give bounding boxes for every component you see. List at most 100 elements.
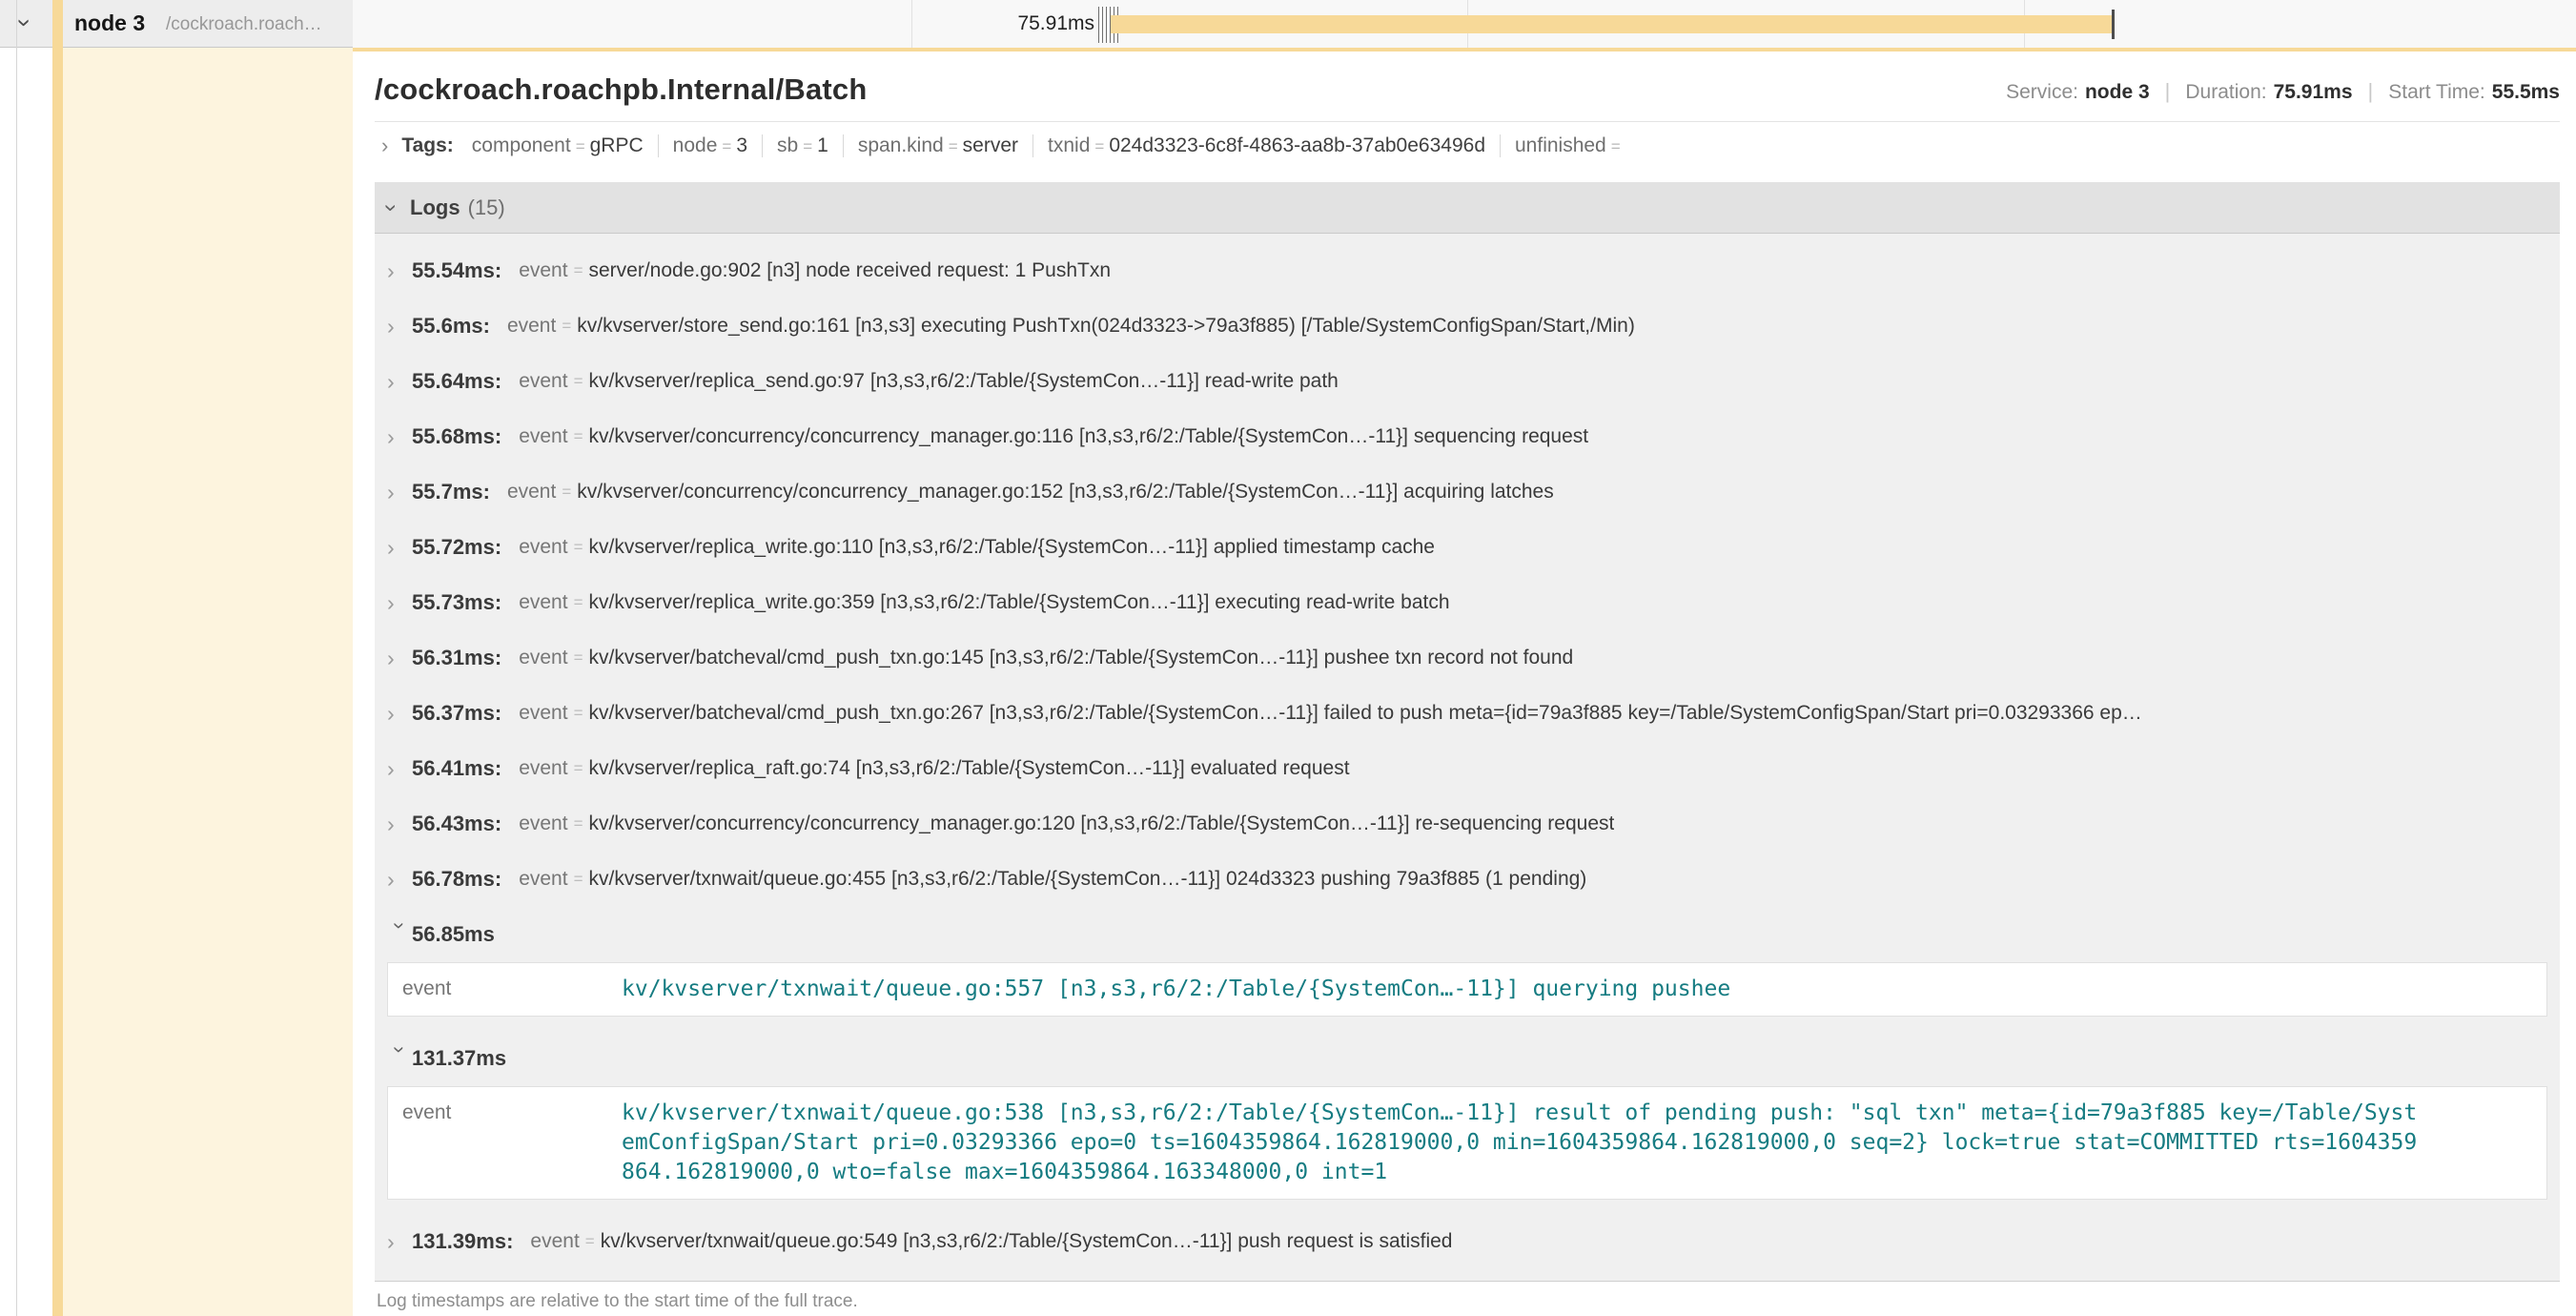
tag-key: sb [777,134,798,156]
log-field-value: kv/kvserver/concurrency/concurrency_mana… [589,425,1589,448]
logs-body: › 55.54ms: event = server/node.go:902 [n… [375,234,2560,1281]
stats-separator: | [2165,79,2171,104]
log-field-key: event [519,259,567,282]
chevron-right-icon[interactable]: › [387,812,412,837]
log-field-key: event [507,315,556,338]
span-detail-panel: /cockroach.roachpb.Internal/Batch Servic… [353,48,2576,1316]
selected-span-highlight [63,48,353,1316]
log-row-expanded-header[interactable]: › 131.37ms [387,1031,2547,1086]
log-timestamp: 56.37ms: [412,701,501,726]
tag-item[interactable]: unfinished= [1500,134,1640,157]
equals-sign: = [574,372,583,391]
log-row-expanded-header[interactable]: › 56.85ms [387,907,2547,962]
chevron-right-icon[interactable]: › [387,480,412,505]
log-field-key: event [519,757,567,780]
log-row[interactable]: › 55.7ms: event = kv/kvserver/concurrenc… [387,464,2547,520]
log-timestamp: 55.7ms: [412,480,490,504]
log-row[interactable]: › 55.68ms: event = kv/kvserver/concurren… [387,409,2547,464]
log-row[interactable]: › 56.78ms: event = kv/kvserver/txnwait/q… [387,852,2547,907]
span-duration-label: 75.91ms [925,12,1094,35]
tags-accordian[interactable]: › Tags: component=gRPC node=3 sb = 1 span.… [375,122,2560,170]
log-field-key: event [519,591,567,614]
log-field-key: event [519,425,567,448]
equals-sign: = [574,870,583,889]
tag-value: 1 [817,134,828,156]
log-field-value[interactable]: kv/kvserver/txnwait/queue.go:557 [n3,s3,… [622,975,1730,1004]
equals-sign: = [562,317,571,336]
chevron-right-icon[interactable]: › [387,424,412,450]
log-row[interactable]: › 56.41ms: event = kv/kvserver/replica_r… [387,741,2547,796]
log-timestamp: 55.54ms: [412,258,501,283]
tag-value: gRPC [590,134,644,156]
log-row[interactable]: › 56.31ms: event = kv/kvserver/batcheval… [387,630,2547,686]
chevron-right-icon[interactable]: › [387,369,412,395]
log-field-value: kv/kvserver/batcheval/cmd_push_txn.go:26… [589,702,2142,725]
duration-label: Duration: [2185,81,2266,104]
log-row[interactable]: › 55.54ms: event = server/node.go:902 [n… [387,243,2547,298]
log-field-key: event [519,536,567,559]
chevron-right-icon[interactable]: › [387,646,412,671]
tags-label: Tags: [401,134,453,157]
equals-sign: = [1611,137,1621,155]
log-row[interactable]: › 56.37ms: event = kv/kvserver/batcheval… [387,686,2547,741]
log-field-value: server/node.go:902 [n3] node received re… [589,259,1112,282]
start-time-label: Start Time: [2388,81,2485,104]
span-stats: Service: node 3 | Duration: 75.91ms | St… [2006,79,2560,107]
logs-accordian: › Logs (15) › 55.54ms: event = server/no… [375,182,2560,1282]
stats-separator: | [2368,79,2374,104]
tag-key: txnid [1048,134,1090,156]
log-row[interactable]: › 55.72ms: event = kv/kvserver/replica_w… [387,520,2547,575]
log-field-key: event [402,1099,622,1187]
chevron-down-icon[interactable]: › [14,19,35,28]
log-field-key: event [519,868,567,891]
tag-item[interactable]: span.kind=server [843,134,1032,157]
log-row[interactable]: › 56.43ms: event = kv/kvserver/concurren… [387,796,2547,852]
log-timestamp: 55.6ms: [412,314,490,339]
tag-item[interactable]: sb = 1 [762,134,843,157]
log-field-value: kv/kvserver/txnwait/queue.go:455 [n3,s3,… [589,868,1587,891]
chevron-down-icon[interactable]: › [382,204,399,212]
chevron-right-icon[interactable]: › [387,314,412,339]
equals-sign: = [574,427,583,446]
log-timestamp: 56.78ms: [412,867,501,892]
tag-key: span.kind [858,134,944,156]
row-indent-guide [16,0,17,1316]
log-field-value[interactable]: kv/kvserver/txnwait/queue.go:538 [n3,s3,… [622,1099,2419,1187]
equals-sign: = [574,648,583,668]
chevron-right-icon[interactable]: › [387,1229,412,1255]
chevron-right-icon[interactable]: › [387,756,412,782]
tag-item[interactable]: component=gRPC [458,134,658,157]
equals-sign: = [574,704,583,723]
log-field-key: event [402,975,622,1004]
chevron-right-icon[interactable]: › [387,258,412,284]
equals-sign: = [803,137,812,155]
log-field-value: kv/kvserver/replica_send.go:97 [n3,s3,r6… [589,370,1339,393]
log-row[interactable]: › 131.39ms: event = kv/kvserver/txnwait/… [387,1214,2547,1269]
log-timestamp: 56.41ms: [412,756,501,781]
logs-header[interactable]: › Logs (15) [375,182,2560,234]
chevron-right-icon[interactable]: › [387,867,412,893]
span-row[interactable]: › node 3 /cockroach.roach… 75.91ms [0,0,2576,48]
equals-sign: = [574,261,583,280]
chevron-right-icon[interactable]: › [387,535,412,561]
span-timeline-cell[interactable]: 75.91ms [353,0,2576,48]
chevron-right-icon[interactable]: › [387,701,412,727]
log-row[interactable]: › 55.64ms: event = kv/kvserver/replica_s… [387,354,2547,409]
log-row[interactable]: › 55.6ms: event = kv/kvserver/store_send… [387,298,2547,354]
log-field-key: event [519,702,567,725]
chevron-right-icon[interactable]: › [381,134,388,158]
tag-item[interactable]: txnid=024d3323-6c8f-4863-aa8b-37ab0e6349… [1032,134,1500,157]
tag-value: 3 [736,134,747,156]
chevron-down-icon[interactable]: › [392,1046,407,1071]
equals-sign: = [574,593,583,612]
tag-item[interactable]: node=3 [658,134,762,157]
log-row[interactable]: › 55.73ms: event = kv/kvserver/replica_w… [387,575,2547,630]
chevron-down-icon[interactable]: › [392,922,407,947]
span-end-tick [2112,10,2115,39]
logs-title: Logs [410,195,460,220]
log-key-value-table: event kv/kvserver/txnwait/queue.go:538 [… [387,1086,2547,1200]
span-duration-bar[interactable] [1111,15,2114,33]
log-field-value: kv/kvserver/txnwait/queue.go:549 [n3,s3,… [601,1230,1453,1253]
log-field-value: kv/kvserver/replica_raft.go:74 [n3,s3,r6… [589,757,1350,780]
chevron-right-icon[interactable]: › [387,590,412,616]
